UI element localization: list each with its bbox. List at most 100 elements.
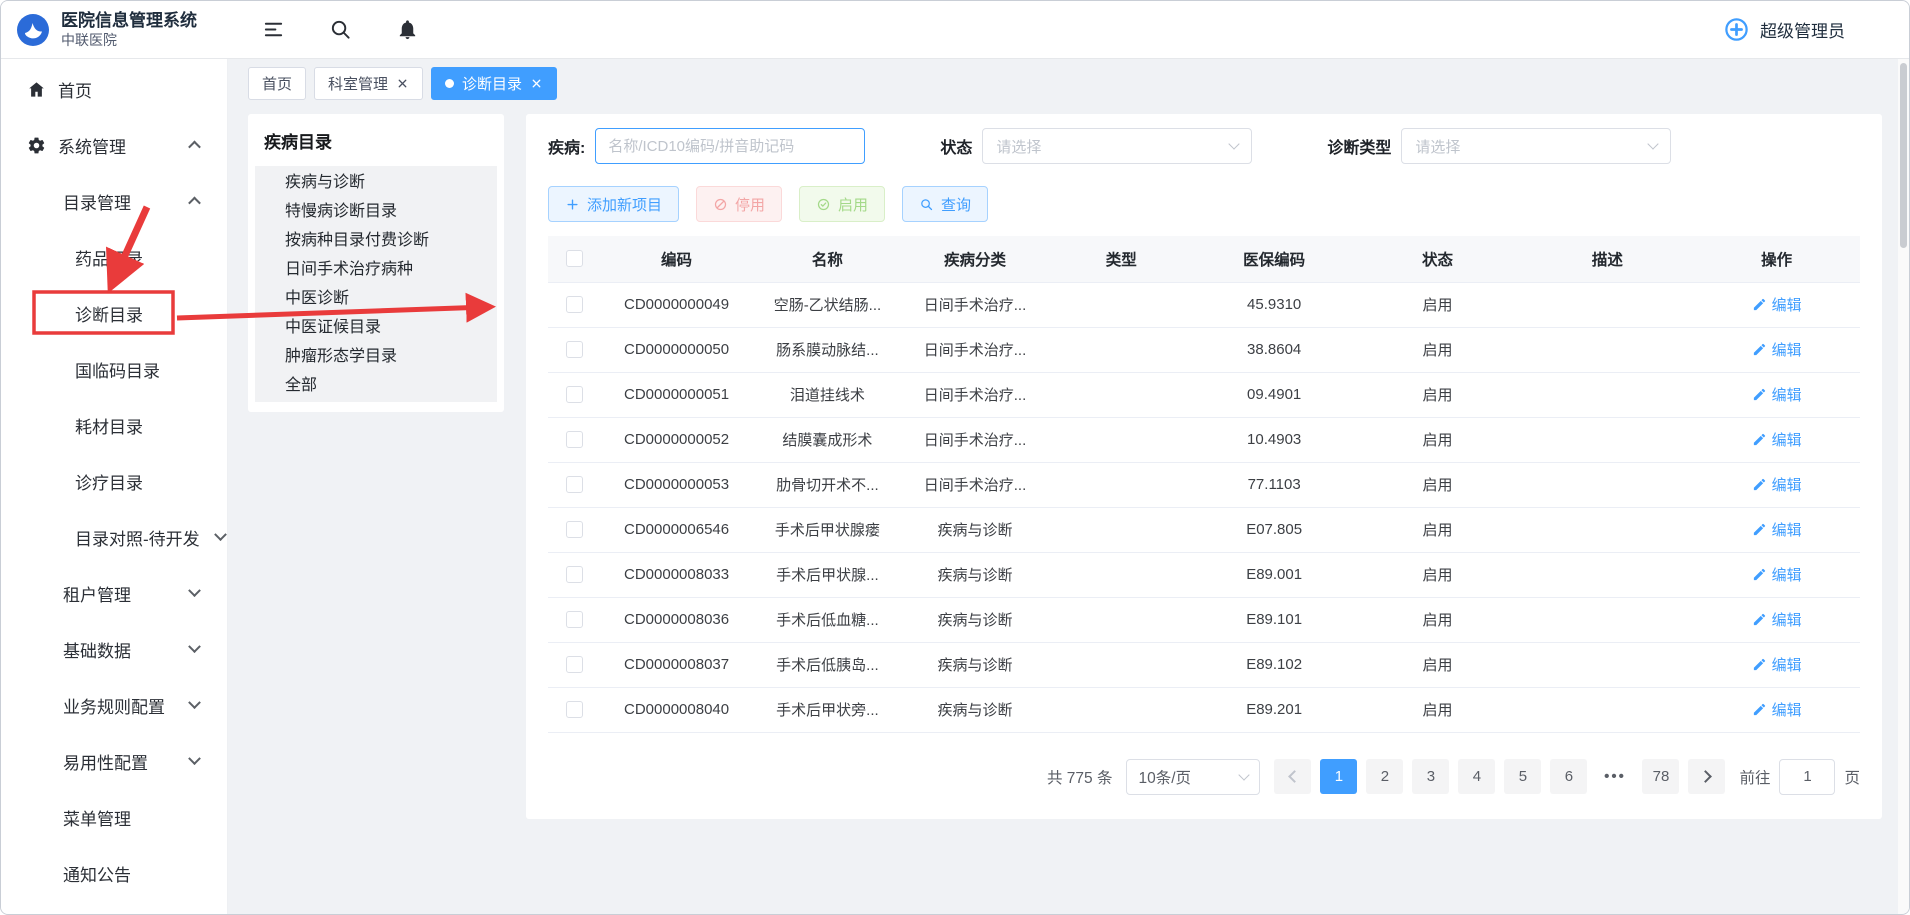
sidebar-item-diagnosis-directory[interactable]: 诊断目录 (1, 285, 227, 341)
cell-status: 启用 (1354, 552, 1522, 597)
panel-item-all[interactable]: 全部 (255, 371, 497, 400)
edit-button[interactable]: 编辑 (1752, 609, 1802, 630)
chevron-down-icon (1648, 138, 1659, 149)
tab-department-management[interactable]: 科室管理 (314, 67, 423, 100)
sidebar-item-notifications[interactable]: 通知公告 (1, 845, 227, 901)
cell-status: 启用 (1354, 327, 1522, 372)
edit-button[interactable]: 编辑 (1752, 429, 1802, 450)
table-header-row: 编码 名称 疾病分类 类型 医保编码 状态 描述 操作 (548, 236, 1860, 282)
cell-code: CD0000008036 (600, 597, 752, 642)
add-item-button[interactable]: 添加新项目 (548, 186, 679, 222)
tab-diagnosis-directory[interactable]: 诊断目录 (431, 67, 557, 100)
chevron-up-icon (188, 197, 201, 210)
page-size-select[interactable]: 10条/页 (1126, 759, 1260, 795)
sidebar-item-national-clinical-code-directory[interactable]: 国临码目录 (1, 341, 227, 397)
table-row: CD0000008040 手术后甲状旁... 疾病与诊断 E89.201 启用 (548, 687, 1860, 732)
row-checkbox[interactable] (566, 476, 583, 493)
sidebar-item-treatment-directory[interactable]: 诊疗目录 (1, 453, 227, 509)
edit-button[interactable]: 编辑 (1752, 519, 1802, 540)
panel-item-tumor-morphology[interactable]: 肿瘤形态学目录 (255, 342, 497, 371)
sidebar-item-usability-config[interactable]: 易用性配置 (1, 733, 227, 789)
panel-item-payment-by-disease[interactable]: 按病种目录付费诊断 (255, 226, 497, 255)
row-checkbox[interactable] (566, 341, 583, 358)
query-button[interactable]: 查询 (902, 186, 988, 222)
goto-page-input[interactable] (1779, 759, 1835, 795)
row-checkbox[interactable] (566, 386, 583, 403)
row-checkbox[interactable] (566, 521, 583, 538)
edit-button[interactable]: 编辑 (1752, 474, 1802, 495)
table-row: CD0000000052 结膜囊成形术 日间手术治疗... 10.4903 启用 (548, 417, 1860, 462)
current-user[interactable]: 超级管理员 (1723, 16, 1845, 43)
chevron-down-icon (1229, 138, 1240, 149)
row-checkbox[interactable] (566, 431, 583, 448)
edit-button[interactable]: 编辑 (1752, 654, 1802, 675)
vertical-scrollbar[interactable] (1900, 63, 1907, 248)
pager-next-button[interactable] (1688, 759, 1725, 794)
sidebar-item-menu-management[interactable]: 菜单管理 (1, 789, 227, 845)
cell-insurance-code: 45.9310 (1195, 282, 1354, 327)
pager-page-button[interactable]: 78 (1642, 759, 1679, 794)
chevron-down-icon (214, 528, 227, 541)
select-all-checkbox[interactable] (566, 250, 583, 267)
panel-item-special-chronic[interactable]: 特慢病诊断目录 (255, 197, 497, 226)
edit-pencil-icon (1752, 342, 1767, 357)
edit-button[interactable]: 编辑 (1752, 294, 1802, 315)
app-title: 医院信息管理系统 (61, 10, 197, 31)
row-checkbox[interactable] (566, 611, 583, 628)
panel-item-day-surgery[interactable]: 日间手术治疗病种 (255, 255, 497, 284)
tab-home[interactable]: 首页 (248, 67, 306, 100)
pager-prev-button[interactable] (1274, 759, 1311, 794)
panel-item-tcm-syndrome[interactable]: 中医证候目录 (255, 313, 497, 342)
disable-button[interactable]: 停用 (696, 186, 782, 222)
sidebar-item-business-rules-config[interactable]: 业务规则配置 (1, 677, 227, 733)
app-logo-icon (15, 12, 51, 48)
pager-page-button[interactable]: 4 (1458, 759, 1495, 794)
search-icon (919, 197, 934, 212)
panel-item-diseases-diagnosis[interactable]: 疾病与诊断 (255, 168, 497, 197)
pager-page-button[interactable]: 3 (1412, 759, 1449, 794)
search-icon[interactable] (329, 18, 352, 41)
sidebar-item-basic-data[interactable]: 基础数据 (1, 621, 227, 677)
sidebar-item-consumables-directory[interactable]: 耗材目录 (1, 397, 227, 453)
pager-page-button[interactable]: 5 (1504, 759, 1541, 794)
col-header-status: 状态 (1354, 236, 1522, 282)
button-label: 启用 (838, 194, 868, 215)
edit-button[interactable]: 编辑 (1752, 699, 1802, 720)
sidebar-item-home[interactable]: 首页 (1, 61, 227, 117)
brand: 医院信息管理系统 中联医院 (1, 10, 228, 49)
cell-type (1048, 327, 1195, 372)
close-icon[interactable] (530, 77, 543, 90)
status-select[interactable]: 请选择 (982, 128, 1252, 164)
sidebar-item-label: 首页 (58, 77, 92, 102)
close-icon[interactable] (396, 77, 409, 90)
sidebar-item-directory-management[interactable]: 目录管理 (1, 173, 227, 229)
sidebar-item-directory-mapping[interactable]: 目录对照-待开发 (1, 509, 227, 565)
row-checkbox[interactable] (566, 701, 583, 718)
disease-search-input[interactable] (595, 128, 865, 164)
plus-icon (565, 197, 580, 212)
cell-category: 日间手术治疗... (902, 462, 1048, 507)
table-row: CD0000008037 手术后低胰岛... 疾病与诊断 E89.102 启用 (548, 642, 1860, 687)
sidebar-item-system-management[interactable]: 系统管理 (1, 117, 227, 173)
pager-more-button[interactable]: ••• (1596, 759, 1633, 794)
row-checkbox[interactable] (566, 296, 583, 313)
app-root: 医院信息管理系统 中联医院 超级管理员 (0, 0, 1910, 915)
edit-button[interactable]: 编辑 (1752, 564, 1802, 585)
cell-code: CD0000000050 (600, 327, 752, 372)
pager-page-button[interactable]: 2 (1366, 759, 1403, 794)
chevron-down-icon (1239, 769, 1250, 780)
edit-button[interactable]: 编辑 (1752, 384, 1802, 405)
sidebar-item-drug-directory[interactable]: 药品目录 (1, 229, 227, 285)
diagnosis-type-select[interactable]: 请选择 (1401, 128, 1671, 164)
pager-page-button[interactable]: 1 (1320, 759, 1357, 794)
enable-button[interactable]: 启用 (799, 186, 885, 222)
pager-page-button[interactable]: 6 (1550, 759, 1587, 794)
panel-item-tcm-diagnosis[interactable]: 中医诊断 (255, 284, 497, 313)
row-checkbox[interactable] (566, 566, 583, 583)
edit-button[interactable]: 编辑 (1752, 339, 1802, 360)
bell-icon[interactable] (396, 18, 419, 41)
sidebar-item-tenant-management[interactable]: 租户管理 (1, 565, 227, 621)
collapse-menu-icon[interactable] (262, 18, 285, 41)
cell-status: 启用 (1354, 687, 1522, 732)
row-checkbox[interactable] (566, 656, 583, 673)
